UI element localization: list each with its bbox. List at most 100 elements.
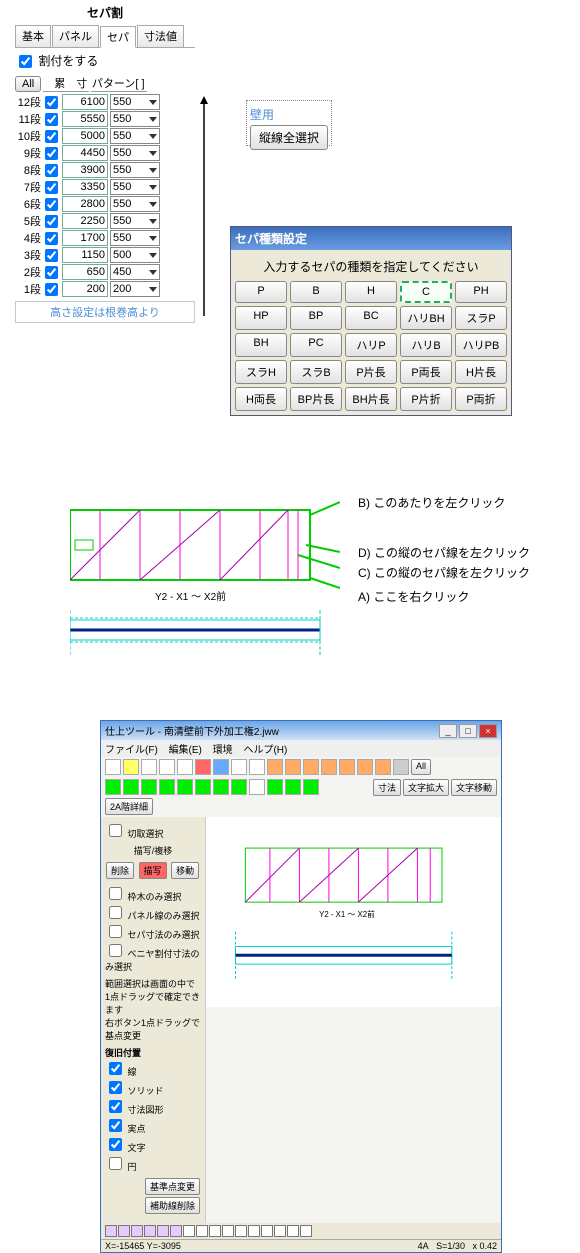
sepa-type-button[interactable]: BH片長 [345,387,397,411]
stage-checkbox[interactable] [45,198,58,211]
tool-icon[interactable] [159,759,175,775]
stage-cum-value[interactable]: 200 [62,281,108,297]
sepa-type-button[interactable]: P片長 [345,360,397,384]
layer-box[interactable] [287,1225,299,1237]
stage-pattern-dropdown[interactable]: 550 [110,179,160,195]
sepa-type-button[interactable]: ハリPB [455,333,507,357]
layer-box[interactable] [170,1225,182,1237]
sepa-type-button[interactable]: H片長 [455,360,507,384]
stage-cum-value[interactable]: 6100 [62,94,108,110]
stage-cum-value[interactable]: 2250 [62,213,108,229]
layer-box[interactable] [261,1225,273,1237]
move-button[interactable]: 移動 [171,862,199,879]
filter-option[interactable]: セパ寸法のみ選択 [105,922,201,941]
stage-checkbox[interactable] [45,266,58,279]
sepa-type-button[interactable]: H両長 [235,387,287,411]
tab-dim[interactable]: 寸法値 [137,25,184,47]
tool-icon[interactable] [249,779,265,795]
stage-checkbox[interactable] [45,113,58,126]
filter-checkbox[interactable] [109,906,122,919]
sepa-type-button[interactable]: スラP [455,306,507,330]
layer-box[interactable] [157,1225,169,1237]
tool-icon[interactable] [375,759,391,775]
sepa-type-button[interactable]: BC [345,306,397,330]
stage-cum-value[interactable]: 3350 [62,179,108,195]
stage-cum-value[interactable]: 3900 [62,162,108,178]
stage-checkbox[interactable] [45,283,58,296]
sepa-type-button[interactable]: HP [235,306,287,330]
sepa-type-button[interactable]: スラB [290,360,342,384]
layer-box[interactable] [274,1225,286,1237]
filter-option[interactable]: パネル線のみ選択 [105,903,201,922]
btn-textmove[interactable]: 文字移動 [451,779,497,796]
menu-edit[interactable]: 編集(E) [169,745,202,756]
tool-icon[interactable] [357,759,373,775]
stage-cum-value[interactable]: 5000 [62,128,108,144]
tool-icon[interactable] [141,759,157,775]
layer-box[interactable] [118,1225,130,1237]
sepa-type-button[interactable]: P [235,281,287,303]
tool-icon[interactable] [231,779,247,795]
stage-checkbox[interactable] [45,249,58,262]
restore-option[interactable]: 寸法図形 [105,1097,201,1116]
stage-checkbox[interactable] [45,96,58,109]
tab-basic[interactable]: 基本 [15,25,51,47]
tool-icon[interactable] [267,779,283,795]
layer-box[interactable] [222,1225,234,1237]
restore-checkbox[interactable] [109,1062,122,1075]
layer-box[interactable] [209,1225,221,1237]
allocate-checkbox[interactable] [19,55,32,68]
basepoint-button[interactable]: 基準点変更 [145,1178,200,1195]
sepa-type-button[interactable]: PH [455,281,507,303]
tool-icon[interactable] [303,779,319,795]
all-button[interactable]: All [15,76,41,92]
stage-pattern-dropdown[interactable]: 550 [110,94,160,110]
filter-option[interactable]: 枠木のみ選択 [105,884,201,903]
tool-icon[interactable] [159,779,175,795]
tool-icon[interactable] [123,779,139,795]
stage-checkbox[interactable] [45,181,58,194]
tab-panel[interactable]: パネル [52,25,99,47]
restore-checkbox[interactable] [109,1157,122,1170]
minimize-button[interactable]: _ [439,724,457,738]
stage-cum-value[interactable]: 2800 [62,196,108,212]
stage-checkbox[interactable] [45,164,58,177]
drawing-canvas[interactable]: Y2 - X1 ～ X2前 [206,817,501,1007]
sepa-type-button[interactable]: ハリP [345,333,397,357]
filter-checkbox[interactable] [109,944,122,957]
tab-sepa[interactable]: セパ [100,26,136,48]
tool-icon[interactable] [249,759,265,775]
tool-icon[interactable] [213,759,229,775]
tool-icon[interactable] [177,759,193,775]
stage-pattern-dropdown[interactable]: 200 [110,281,160,297]
stage-cum-value[interactable]: 4450 [62,145,108,161]
sepa-type-button[interactable]: BH [235,333,287,357]
select-all-vlines-button[interactable]: 縦線全選択 [250,125,328,150]
cut-select-check[interactable] [109,824,122,837]
tool-icon[interactable] [195,779,211,795]
sepa-type-button[interactable]: PC [290,333,342,357]
sepa-type-button[interactable]: ハリB [400,333,452,357]
menu-env[interactable]: 環境 [213,745,233,756]
tool-icon[interactable] [267,759,283,775]
restore-checkbox[interactable] [109,1138,122,1151]
stage-checkbox[interactable] [45,215,58,228]
filter-checkbox[interactable] [109,925,122,938]
stage-pattern-dropdown[interactable]: 550 [110,111,160,127]
layer-box[interactable] [183,1225,195,1237]
aux-del-button[interactable]: 補助線削除 [145,1197,200,1214]
stage-pattern-dropdown[interactable]: 450 [110,264,160,280]
stage-cum-value[interactable]: 1150 [62,247,108,263]
filter-checkbox[interactable] [109,887,122,900]
stage-checkbox[interactable] [45,232,58,245]
tool-icon[interactable] [195,759,211,775]
close-button[interactable]: × [479,724,497,738]
sepa-type-button[interactable]: BP片長 [290,387,342,411]
restore-checkbox[interactable] [109,1100,122,1113]
stage-checkbox[interactable] [45,130,58,143]
tool-icon[interactable] [105,779,121,795]
restore-option[interactable]: 文字 [105,1135,201,1154]
layer-box[interactable] [248,1225,260,1237]
layer-box[interactable] [300,1225,312,1237]
restore-option[interactable]: 線 [105,1059,201,1078]
